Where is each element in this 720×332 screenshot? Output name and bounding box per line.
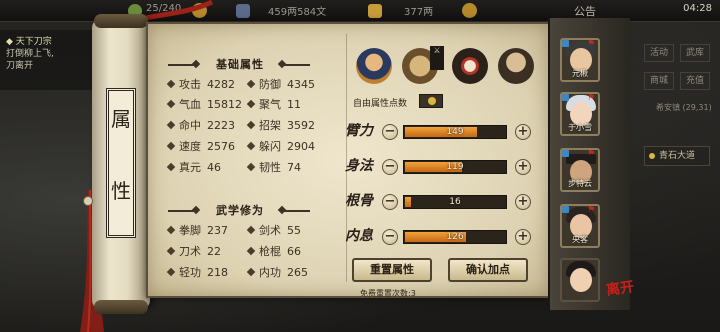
- quest-tracker[interactable]: ◆ 天下刀宗 打倒柳上飞, 刀离开: [6, 36, 54, 72]
- coin-icon: [428, 97, 436, 105]
- gold-counter: 377两: [404, 7, 434, 18]
- road-indicator[interactable]: 青石大道: [644, 146, 710, 166]
- level-badge-icon: [562, 40, 569, 47]
- attr-breath-bar: 126: [403, 230, 507, 244]
- stat-hit: 命中 2223: [166, 117, 235, 133]
- notice-button[interactable]: 公告: [574, 3, 596, 19]
- clock: 04:28: [683, 3, 712, 14]
- attr-strength-label: 臂力: [345, 123, 373, 139]
- quest-title: ◆ 天下刀宗: [6, 37, 52, 47]
- decrease-strength-button[interactable]: −: [382, 124, 398, 140]
- level-badge-icon: [562, 206, 569, 213]
- stat-lightness: 轻功 218: [166, 264, 228, 280]
- increase-breath-button[interactable]: +: [515, 229, 531, 245]
- leave-button[interactable]: 离开: [605, 276, 636, 300]
- recharge-button[interactable]: 充值: [680, 72, 710, 90]
- increase-agility-button[interactable]: +: [515, 159, 531, 175]
- party-member-name: 于小雪: [568, 123, 592, 132]
- quest-line-1: 打倒柳上飞,: [6, 49, 54, 59]
- stat-parry: 招架 3592: [246, 117, 315, 133]
- party-member-5[interactable]: [560, 258, 600, 302]
- map-location: 希安镇 (29,31): [656, 103, 712, 112]
- stat-blade: 刀术 22: [166, 243, 221, 259]
- free-reset-count: 免费重置次数:3: [360, 289, 416, 298]
- attr-agility-bar: 119: [403, 160, 507, 174]
- attr-breath-label: 内息: [345, 228, 373, 244]
- gold-icon: [368, 4, 382, 18]
- stat-defense: 防御 4345: [246, 76, 315, 92]
- stat-dodge: 躲闪 2904: [246, 138, 315, 154]
- level-badge-icon: [562, 150, 569, 157]
- stat-fist: 拳脚 237: [166, 222, 228, 238]
- party-member-3[interactable]: ⚑ 步特云: [560, 148, 600, 192]
- stat-toughness: 韧性 74: [246, 159, 301, 175]
- free-points-label: 自由属性点数: [353, 99, 408, 109]
- party-member-name: 央客: [572, 235, 588, 244]
- attr-strength-bar: 149: [403, 125, 507, 139]
- stat-sword: 剑术 55: [246, 222, 301, 238]
- quest-line-2: 刀离开: [6, 61, 34, 71]
- shop-button[interactable]: 商城: [644, 72, 674, 90]
- stat-focus: 聚气 11: [246, 96, 301, 112]
- confirm-points-button[interactable]: 确认加点: [448, 258, 528, 282]
- battle-flag-icon: ⚑: [587, 149, 596, 159]
- silver-counter: 459两584文: [268, 7, 327, 18]
- armory-button[interactable]: 武库: [680, 44, 710, 62]
- martial-artist-icon[interactable]: [356, 48, 392, 84]
- scroll-knob: [83, 196, 93, 206]
- decrease-constitution-button[interactable]: −: [382, 194, 398, 210]
- party-member-name: 步特云: [568, 179, 592, 188]
- basic-stats-title: 基础属性: [216, 58, 264, 71]
- yin-yang-icon[interactable]: [452, 48, 488, 84]
- increase-constitution-button[interactable]: +: [515, 194, 531, 210]
- stat-speed: 速度 2576: [166, 138, 235, 154]
- attributes-tab-label: 属 性: [106, 88, 136, 238]
- battle-flag-icon: ⚑: [587, 93, 596, 103]
- battle-flag-icon: ⚑: [587, 205, 596, 215]
- manual-tag-icon: ⚔: [430, 46, 444, 70]
- level-badge-icon: [562, 94, 569, 101]
- activity-button[interactable]: 活动: [644, 44, 674, 62]
- stat-spear: 枪棍 66: [246, 243, 301, 259]
- party-member-1[interactable]: ⚑ 元楸: [560, 38, 600, 82]
- decrease-agility-button[interactable]: −: [382, 159, 398, 175]
- stat-inner-power: 内功 265: [246, 264, 308, 280]
- free-points-value: [419, 94, 443, 108]
- party-member-2[interactable]: ⚑ 于小雪: [560, 92, 600, 136]
- add-gold-icon[interactable]: [462, 3, 477, 18]
- party-member-name: 元楸: [572, 69, 588, 78]
- silver-icon: [236, 4, 250, 18]
- attr-constitution-label: 根骨: [345, 193, 373, 209]
- stat-true-energy: 真元 46: [166, 159, 221, 175]
- attr-constitution-bar: 16: [403, 195, 507, 209]
- location-dot-icon: [649, 153, 655, 159]
- meditation-icon[interactable]: [498, 48, 534, 84]
- attr-agility-label: 身法: [345, 158, 373, 174]
- party-member-4[interactable]: ⚑ 央客: [560, 204, 600, 248]
- martial-stats-title: 武学修为: [216, 204, 264, 217]
- increase-strength-button[interactable]: +: [515, 124, 531, 140]
- stat-hp: 气血 15812: [166, 96, 242, 112]
- battle-flag-icon: ⚑: [587, 39, 596, 49]
- reset-attributes-button[interactable]: 重置属性: [352, 258, 432, 282]
- stat-attack: 攻击 4282: [166, 76, 235, 92]
- decrease-breath-button[interactable]: −: [382, 229, 398, 245]
